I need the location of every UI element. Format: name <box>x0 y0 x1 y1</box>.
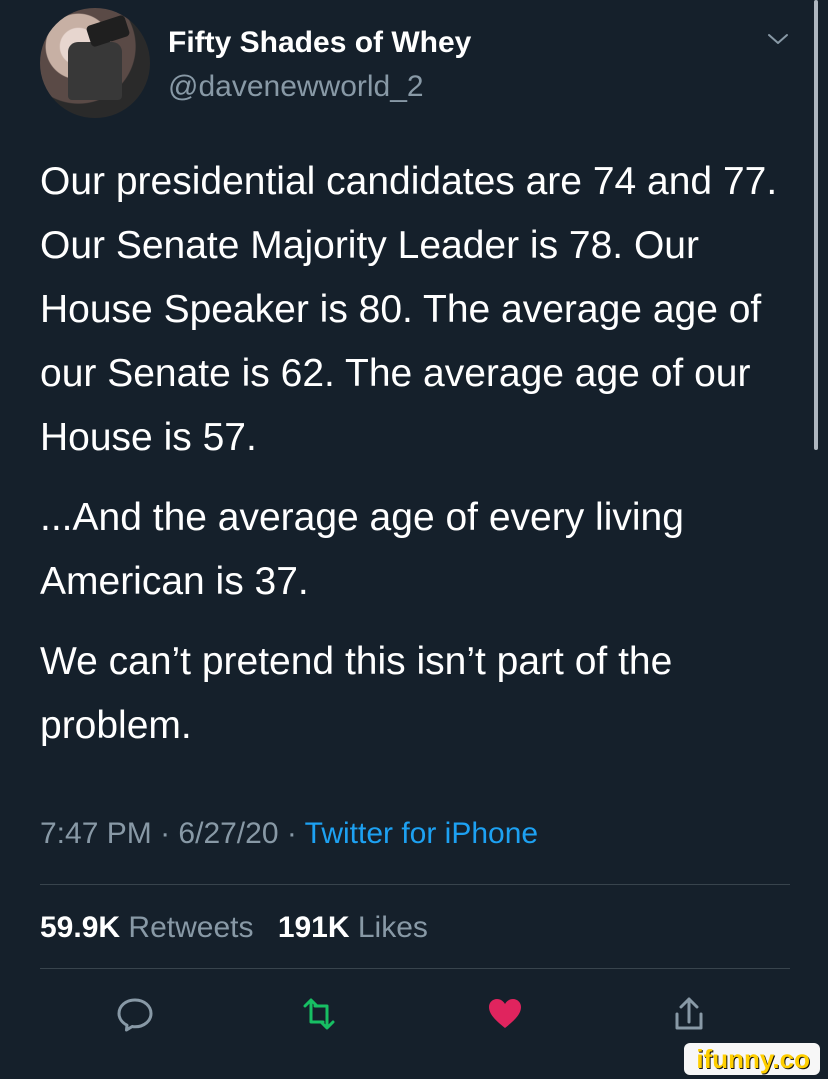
chevron-down-icon[interactable] <box>766 30 790 48</box>
retweets-label[interactable]: Retweets <box>128 911 253 944</box>
tweet-text: Our presidential candidates are 74 and 7… <box>40 150 800 774</box>
tweet-time: 7:47 PM <box>40 817 152 850</box>
scrollbar[interactable] <box>814 0 818 450</box>
reply-icon[interactable] <box>111 990 159 1038</box>
divider-top <box>40 884 790 885</box>
divider-bottom <box>40 968 790 969</box>
meta-separator: · <box>286 817 297 850</box>
ifunny-watermark: ifunny.co <box>684 1043 820 1075</box>
display-name[interactable]: Fifty Shades of Whey <box>168 26 471 60</box>
retweet-icon[interactable] <box>295 990 343 1038</box>
heart-icon[interactable] <box>481 990 529 1038</box>
tweet-actions <box>0 990 828 1046</box>
avatar[interactable] <box>40 8 150 118</box>
user-handle[interactable]: @davenewworld_2 <box>168 70 424 104</box>
tweet-paragraph: We can’t pretend this isn’t part of the … <box>40 640 673 747</box>
meta-separator: · <box>160 817 171 850</box>
tweet-header: Fifty Shades of Whey @davenewworld_2 <box>0 0 828 130</box>
tweet-paragraph: ...And the average age of every living A… <box>40 496 684 603</box>
likes-label[interactable]: Likes <box>358 911 428 944</box>
tweet-paragraph: Our presidential candidates are 74 and 7… <box>40 160 778 459</box>
retweets-count[interactable]: 59.9K <box>40 911 120 944</box>
avatar-shirt <box>68 42 122 100</box>
tweet-stats: 59.9K Retweets 191K Likes <box>40 906 444 950</box>
tweet-source-link[interactable]: Twitter for iPhone <box>305 817 538 850</box>
share-icon[interactable] <box>665 990 713 1038</box>
tweet-date: 6/27/20 <box>178 817 279 850</box>
tweet-meta: 7:47 PM · 6/27/20 · Twitter for iPhone <box>40 812 538 856</box>
likes-count[interactable]: 191K <box>278 911 350 944</box>
